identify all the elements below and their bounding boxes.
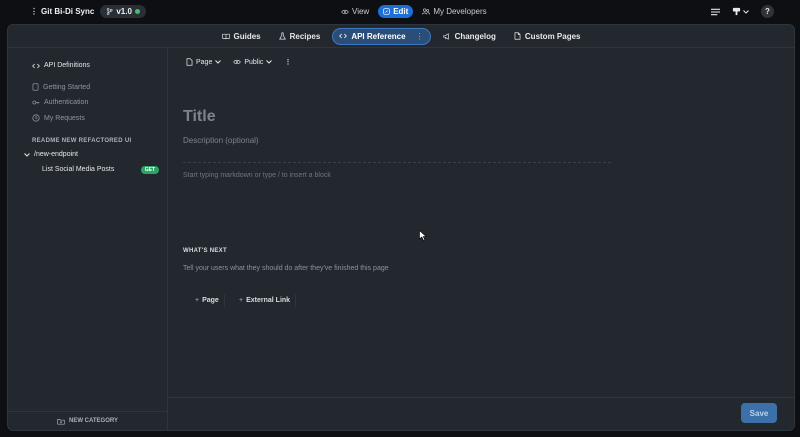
mouse-cursor-icon <box>419 230 427 241</box>
whats-next-description[interactable]: Tell your users what they should do afte… <box>183 265 389 272</box>
paint-icon <box>732 7 741 16</box>
sidebar: API Definitions Getting Started Authenti… <box>8 48 168 430</box>
edit-icon <box>383 8 390 15</box>
my-developers-label: My Developers <box>433 7 487 16</box>
project-switcher[interactable]: ⋮ Git Bi-Di Sync v1.0 <box>30 5 146 18</box>
editor-footer: Save <box>168 397 794 430</box>
method-badge: GET <box>140 165 159 174</box>
project-name: Git Bi-Di Sync <box>41 7 95 16</box>
edit-mode-button[interactable]: Edit <box>378 5 414 18</box>
nav-guides[interactable]: Guides <box>216 29 267 44</box>
edit-mode-label: Edit <box>393 7 409 16</box>
status-dot <box>134 9 140 14</box>
project-name-button[interactable]: ⋮ Git Bi-Di Sync <box>30 7 94 16</box>
top-right-actions: ? <box>711 5 774 18</box>
plus-icon: + <box>239 297 244 304</box>
nav-custom-pages[interactable]: Custom Pages <box>508 29 587 44</box>
new-category-label: NEW CATEGORY <box>69 418 118 424</box>
branch-icon <box>107 8 113 15</box>
sidebar-item-label: Getting Started <box>43 83 91 91</box>
chevron-down-icon <box>24 152 30 157</box>
my-developers-button[interactable]: My Developers <box>417 5 491 18</box>
sidebar-api-definitions-label: API Definitions <box>44 62 90 69</box>
editor-main: Page Public ⋮ Title Description (optiona… <box>168 48 794 430</box>
nav-changelog-label: Changelog <box>454 31 496 41</box>
view-mode-button[interactable]: View <box>336 5 374 18</box>
page-type-value: Page <box>196 58 213 66</box>
markdown-editor[interactable]: Start typing markdown or type / to inser… <box>183 172 331 179</box>
add-page-button[interactable]: + Page <box>190 294 225 307</box>
history-icon <box>32 114 40 122</box>
book-icon <box>221 33 230 39</box>
sidebar-item-list-social-media-posts[interactable]: List Social Media Posts GET <box>42 165 163 174</box>
nav-api-reference-label: API Reference <box>351 31 406 41</box>
chevron-down-icon <box>743 9 749 14</box>
plus-icon: + <box>195 297 200 304</box>
page-type-select[interactable]: Page <box>186 58 222 66</box>
nav-more-button[interactable]: ⋮ <box>416 32 424 41</box>
help-button[interactable]: ? <box>761 5 774 18</box>
sidebar-api-definitions[interactable]: API Definitions <box>32 62 90 69</box>
divider <box>183 162 611 163</box>
code-icon <box>339 33 348 39</box>
nav-recipes[interactable]: Recipes <box>273 29 327 44</box>
file-icon <box>186 58 193 66</box>
book-icon <box>32 83 39 91</box>
mode-switcher: View Edit My Developers <box>336 5 492 18</box>
add-external-link-label: External Link <box>246 297 291 304</box>
description-input[interactable]: Description (optional) <box>183 136 259 145</box>
key-icon <box>32 100 40 105</box>
more-options-icon[interactable]: ⋮ <box>284 58 291 66</box>
flask-icon <box>278 32 286 40</box>
view-mode-label: View <box>352 7 370 16</box>
sidebar-item-label: List Social Media Posts <box>42 166 115 173</box>
vertical-dots-icon: ⋮ <box>30 7 38 16</box>
megaphone-icon <box>442 32 449 40</box>
whats-next-heading: WHAT'S NEXT <box>183 248 227 254</box>
sidebar-item-label: My Requests <box>44 114 85 122</box>
nav-custom-pages-label: Custom Pages <box>524 31 581 41</box>
sidebar-item-getting-started[interactable]: Getting Started <box>32 83 90 91</box>
add-page-label: Page <box>202 297 219 304</box>
save-button[interactable]: Save <box>741 403 777 423</box>
nav-recipes-label: Recipes <box>289 31 321 41</box>
visibility-select[interactable]: Public <box>233 58 273 66</box>
menu-lines-icon[interactable] <box>711 8 720 16</box>
chevron-down-icon <box>215 60 222 64</box>
version-badge[interactable]: v1.0 <box>100 5 146 18</box>
file-icon <box>514 32 521 40</box>
sidebar-section-title: README NEW REFACTORED UI <box>32 138 132 144</box>
title-input[interactable]: Title <box>183 108 216 126</box>
top-bar: ⋮ Git Bi-Di Sync v1.0 View Edit My Devel… <box>0 0 800 24</box>
sidebar-item-authentication[interactable]: Authentication <box>32 99 88 106</box>
chevron-down-icon <box>266 60 273 64</box>
editor-toolbar: Page Public ⋮ <box>186 58 291 66</box>
users-icon <box>422 8 431 15</box>
nav-guides-label: Guides <box>233 31 261 41</box>
theme-dropdown[interactable] <box>732 7 749 16</box>
add-external-link-button[interactable]: + External Link <box>234 294 297 307</box>
sidebar-item-label: Authentication <box>44 99 89 106</box>
eye-icon <box>233 59 242 65</box>
version-label: v1.0 <box>116 7 132 16</box>
sidebar-item-my-requests[interactable]: My Requests <box>32 114 85 122</box>
editor-panel: Guides Recipes API Reference ⋮ Changelog… <box>7 24 795 431</box>
new-category-button[interactable]: NEW CATEGORY <box>8 411 167 430</box>
code-icon <box>32 63 40 68</box>
nav-api-reference[interactable]: API Reference ⋮ <box>332 27 431 45</box>
sidebar-endpoint-group[interactable]: /new-endpoint <box>24 151 78 158</box>
nav-changelog[interactable]: Changelog <box>437 29 502 44</box>
sidebar-endpoint-label: /new-endpoint <box>34 151 78 158</box>
folder-plus-icon <box>57 418 65 424</box>
eye-icon <box>341 9 349 14</box>
visibility-value: Public <box>244 58 264 66</box>
section-nav: Guides Recipes API Reference ⋮ Changelog… <box>8 25 794 48</box>
